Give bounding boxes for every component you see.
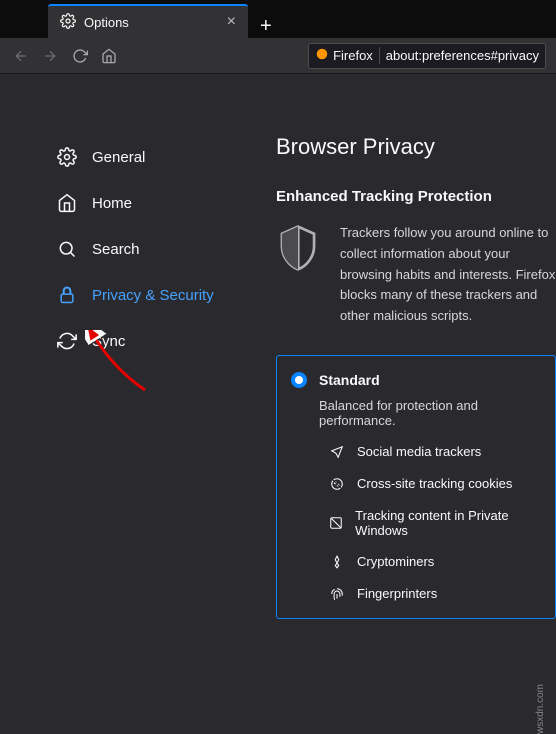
tracker-item-crypto: Cryptominers — [329, 554, 541, 570]
back-button[interactable] — [10, 43, 32, 69]
tracker-list: Social media trackers Cross-site trackin… — [329, 444, 541, 602]
tracker-label: Tracking content in Private Windows — [355, 508, 541, 538]
content-area: General Home Search Privacy & Security — [0, 74, 556, 694]
tab-label: Options — [84, 15, 129, 30]
sidebar-item-label: Search — [92, 241, 140, 258]
fingerprint-icon — [329, 586, 345, 602]
nav-bar: Firefox about:preferences#privacy — [0, 38, 556, 74]
tab-options[interactable]: Options × — [48, 4, 248, 38]
identity-label: Firefox — [333, 48, 373, 63]
firefox-icon — [315, 47, 329, 64]
home-button[interactable] — [99, 43, 121, 69]
watermark: wsxdn.com — [535, 684, 546, 734]
etp-description: Trackers follow you around online to col… — [340, 223, 556, 327]
tracker-label: Cross-site tracking cookies — [357, 476, 512, 491]
tracker-label: Fingerprinters — [357, 586, 437, 601]
standard-card[interactable]: Standard Balanced for protection and per… — [276, 355, 556, 619]
social-icon — [329, 444, 345, 460]
radio-standard[interactable] — [291, 372, 307, 388]
home-icon — [56, 192, 78, 214]
sidebar: General Home Search Privacy & Security — [0, 74, 252, 694]
identity-box[interactable]: Firefox — [315, 47, 380, 64]
url-text: about:preferences#privacy — [386, 48, 539, 63]
sidebar-item-label: Home — [92, 195, 132, 212]
card-title: Standard — [319, 372, 380, 388]
lock-icon — [56, 284, 78, 306]
sidebar-item-home[interactable]: Home — [48, 180, 242, 226]
sidebar-item-label: Privacy & Security — [92, 287, 214, 304]
tracker-item-social: Social media trackers — [329, 444, 541, 460]
tracker-label: Social media trackers — [357, 444, 481, 459]
sidebar-item-label: General — [92, 149, 145, 166]
tracker-item-fingerprint: Fingerprinters — [329, 586, 541, 602]
forward-button[interactable] — [40, 43, 62, 69]
url-bar[interactable]: Firefox about:preferences#privacy — [308, 43, 546, 69]
sidebar-item-label: Sync — [92, 333, 125, 350]
search-icon — [56, 238, 78, 260]
sync-icon — [56, 330, 78, 352]
tracker-item-content: Tracking content in Private Windows — [329, 508, 541, 538]
tracker-item-cookies: Cross-site tracking cookies — [329, 476, 541, 492]
tracker-label: Cryptominers — [357, 554, 434, 569]
sidebar-item-privacy[interactable]: Privacy & Security — [48, 272, 242, 318]
content-icon — [329, 515, 343, 531]
gear-icon — [60, 13, 76, 32]
new-tab-button[interactable]: + — [248, 15, 284, 38]
card-description: Balanced for protection and performance. — [319, 398, 541, 428]
sidebar-item-sync[interactable]: Sync — [48, 318, 242, 364]
crypto-icon — [329, 554, 345, 570]
page-title: Browser Privacy — [276, 134, 556, 160]
cookie-icon — [329, 476, 345, 492]
reload-button[interactable] — [69, 43, 91, 69]
close-icon[interactable]: × — [227, 13, 236, 31]
shield-icon — [276, 223, 320, 273]
tab-strip: Options × + — [0, 0, 556, 38]
main-content: Browser Privacy Enhanced Tracking Protec… — [252, 74, 556, 694]
gear-icon — [56, 146, 78, 168]
section-heading: Enhanced Tracking Protection — [276, 188, 556, 205]
sidebar-item-search[interactable]: Search — [48, 226, 242, 272]
sidebar-item-general[interactable]: General — [48, 134, 242, 180]
